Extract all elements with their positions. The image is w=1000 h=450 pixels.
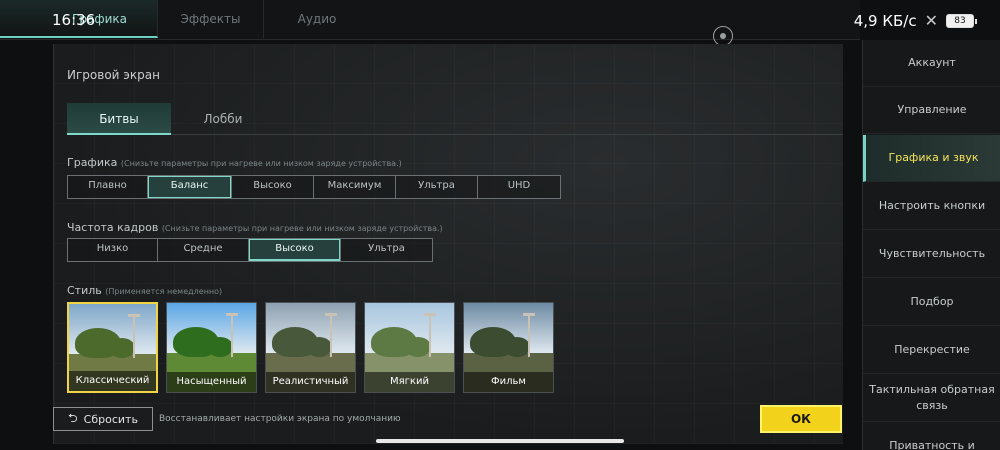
style-preview-bush [405, 337, 431, 357]
style-card-label: Классический [69, 371, 156, 391]
screen-title: Игровой экран [67, 68, 160, 82]
framerate-option-ultra[interactable]: Ультра [341, 239, 432, 261]
reset-label: Сбросить [83, 412, 138, 426]
undo-icon: ⮌ [68, 410, 78, 425]
style-preview-bush [109, 338, 135, 358]
sidebar-item-haptic-feedback[interactable]: Тактильная обратная связь [863, 375, 1000, 422]
settings-panel: Игровой экран Битвы Лобби Графика (Снизь… [53, 44, 843, 444]
ok-button[interactable]: ОК [760, 405, 842, 433]
framerate-hint: (Снизьте параметры при нагреве или низко… [161, 224, 443, 233]
style-card-label: Мягкий [365, 372, 454, 392]
reset-button[interactable]: ⮌ Сбросить [53, 407, 153, 431]
style-card-label: Фильм [464, 372, 553, 392]
sub-tab-lobby[interactable]: Лобби [171, 103, 275, 135]
style-card-film[interactable]: Фильм [463, 302, 554, 393]
graphics-option-max[interactable]: Максимум [314, 176, 396, 198]
target-icon [713, 26, 733, 46]
sub-tab-battles[interactable]: Битвы [67, 103, 171, 135]
settings-sidebar: Аккаунт Управление Графика и звук Настро… [862, 40, 1000, 450]
graphics-option-ultra[interactable]: Ультра [396, 176, 478, 198]
framerate-option-low[interactable]: Низко [68, 239, 158, 261]
graphics-option-high[interactable]: Высоко [232, 176, 314, 198]
battery-icon: 83 [946, 13, 977, 28]
graphics-hint: (Снизьте параметры при нагреве или низко… [120, 159, 402, 168]
sidebar-item-controls[interactable]: Управление [863, 87, 1000, 134]
style-cards: Классический Насыщенный Реалистичный Мяг… [67, 302, 554, 393]
style-card-saturated[interactable]: Насыщенный [166, 302, 257, 393]
tab-audio[interactable]: Аудио [264, 0, 370, 38]
status-right: 4,9 КБ/с ✕ 83 [853, 11, 977, 30]
tab-effects[interactable]: Эффекты [158, 0, 264, 38]
graphics-option-balance[interactable]: Баланс [148, 176, 232, 198]
sidebar-item-graphics-sound[interactable]: Графика и звук [863, 135, 1000, 182]
style-preview-bush [504, 337, 530, 357]
style-preview-tower [325, 313, 337, 357]
sidebar-item-matchmaking[interactable]: Подбор [863, 279, 1000, 326]
sidebar-item-crosshair[interactable]: Перекрестие [863, 327, 1000, 374]
framerate-selector: Низко Средне Высоко Ультра [67, 238, 433, 262]
framerate-option-medium[interactable]: Средне [158, 239, 249, 261]
framerate-option-high[interactable]: Высоко [249, 239, 341, 261]
sub-tabs: Битвы Лобби [67, 103, 843, 135]
style-preview-tower [523, 313, 535, 357]
graphics-label: Графика [67, 156, 118, 169]
style-card-classic[interactable]: Классический [67, 302, 158, 393]
graphics-label-row: Графика (Снизьте параметры при нагреве и… [67, 156, 402, 169]
graphics-option-smooth[interactable]: Плавно [68, 176, 148, 198]
network-speed: 4,9 КБ/с [853, 11, 917, 30]
framerate-label: Частота кадров [67, 221, 159, 234]
status-time: 16:36 [52, 11, 96, 29]
style-card-label: Насыщенный [167, 372, 256, 392]
reset-hint: Восстанавливает настройки экрана по умол… [159, 414, 401, 424]
sidebar-item-sensitivity[interactable]: Чувствительность [863, 231, 1000, 278]
style-preview-tower [128, 314, 140, 358]
framerate-label-row: Частота кадров (Снизьте параметры при на… [67, 221, 443, 234]
style-card-realistic[interactable]: Реалистичный [265, 302, 356, 393]
style-label-row: Стиль (Применяется немедленно) [67, 284, 222, 297]
style-preview-bush [207, 337, 233, 357]
style-label: Стиль [67, 284, 102, 297]
style-card-soft[interactable]: Мягкий [364, 302, 455, 393]
graphics-selector: Плавно Баланс Высоко Максимум Ультра UHD [67, 175, 561, 199]
close-icon[interactable]: ✕ [925, 11, 938, 30]
style-preview-tower [226, 313, 238, 357]
sidebar-item-customize-buttons[interactable]: Настроить кнопки [863, 183, 1000, 230]
style-preview-bush [306, 337, 332, 357]
style-card-label: Реалистичный [266, 372, 355, 392]
home-indicator[interactable] [376, 439, 624, 443]
style-hint: (Применяется немедленно) [105, 287, 223, 296]
sidebar-item-account[interactable]: Аккаунт [863, 40, 1000, 87]
style-preview-tower [424, 313, 436, 357]
sidebar-item-privacy[interactable]: Приватность и [863, 423, 1000, 450]
graphics-option-uhd[interactable]: UHD [478, 176, 560, 198]
